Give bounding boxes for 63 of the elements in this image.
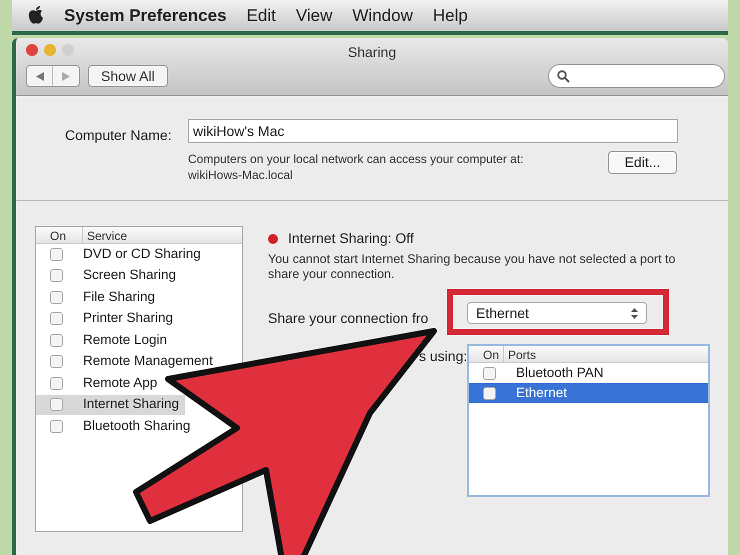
list-row[interactable]: Remote App [36, 373, 164, 393]
to-computers-label: s using: [419, 347, 468, 366]
checkbox[interactable] [50, 312, 63, 325]
list-row[interactable]: Remote Login [36, 330, 174, 350]
row-label: Bluetooth Sharing [83, 416, 190, 435]
row-label: Internet Sharing [83, 395, 180, 414]
column-header: Service [82, 227, 128, 243]
column-header: On [482, 347, 500, 362]
share-from-label: Share your connection fro [268, 309, 428, 328]
computer-name-field[interactable]: wikiHow's Mac [188, 119, 678, 143]
row-label: Screen Sharing [83, 266, 176, 284]
menu-item[interactable]: View [296, 2, 332, 28]
checkbox[interactable] [483, 386, 496, 400]
forward-icon [62, 72, 70, 80]
edit-button[interactable]: Edit... [608, 151, 677, 174]
row-label: Remote Login [83, 330, 168, 349]
row-label: File Sharing [83, 288, 156, 306]
local-address: wikiHows-Mac.local [188, 167, 293, 184]
list-row[interactable]: Internet Sharing [36, 394, 186, 414]
row-label: Remote App [83, 374, 158, 392]
back-icon [36, 72, 44, 80]
search-field[interactable] [548, 64, 725, 88]
checkbox[interactable] [50, 398, 63, 411]
stepper-arrows-icon [631, 308, 638, 318]
apple-icon[interactable] [28, 6, 44, 25]
checkbox[interactable] [50, 420, 63, 432]
menu-item[interactable]: Window [352, 2, 413, 28]
minimize-button[interactable] [44, 44, 56, 56]
menu-item[interactable]: Help [432, 2, 468, 28]
list-row[interactable]: Remote Management [36, 352, 219, 372]
row-label: Bluetooth PAN [516, 364, 604, 382]
checkbox[interactable] [483, 366, 496, 380]
menu-item[interactable]: Edit [246, 2, 276, 28]
checkbox[interactable] [50, 269, 63, 282]
share-from-dropdown[interactable]: Ethernet [467, 302, 647, 324]
menu-app-name[interactable]: System Preferences [64, 2, 227, 28]
column-header: On [49, 228, 68, 243]
row-label: Ethernet [516, 384, 568, 402]
row-label: DVD or CD Sharing [83, 244, 201, 263]
list-row[interactable]: Bluetooth PAN [469, 363, 708, 383]
list-row[interactable]: File Sharing [36, 287, 162, 307]
window-title: Sharing [348, 43, 396, 62]
close-button[interactable] [26, 44, 38, 56]
checkbox[interactable] [50, 290, 63, 304]
list-row[interactable]: DVD or CD Sharing [36, 244, 207, 264]
checkbox[interactable] [50, 334, 63, 346]
computer-name-label: Computer Name: [65, 126, 172, 145]
list-row[interactable]: Ethernet [469, 383, 708, 403]
dropdown-value: Ethernet [476, 304, 529, 322]
checkbox[interactable] [50, 248, 63, 260]
show-all-button[interactable]: Show All [88, 65, 168, 87]
search-icon [557, 70, 570, 82]
network-note: Computers on your local network can access your computer at: [188, 151, 524, 168]
list-row[interactable]: Printer Sharing [36, 308, 180, 328]
list-row[interactable]: Screen Sharing [36, 266, 182, 286]
row-label: Printer Sharing [83, 309, 174, 328]
checkbox[interactable] [50, 355, 63, 368]
checkbox[interactable] [50, 376, 63, 390]
column-header: Ports [503, 346, 536, 362]
list-row[interactable]: Bluetooth Sharing [36, 416, 196, 436]
status-text: Internet Sharing: Off [288, 229, 414, 248]
row-label: Remote Management [83, 352, 213, 370]
status-message: You cannot start Internet Sharing because you have not selected a port to share your connection. [268, 252, 676, 282]
